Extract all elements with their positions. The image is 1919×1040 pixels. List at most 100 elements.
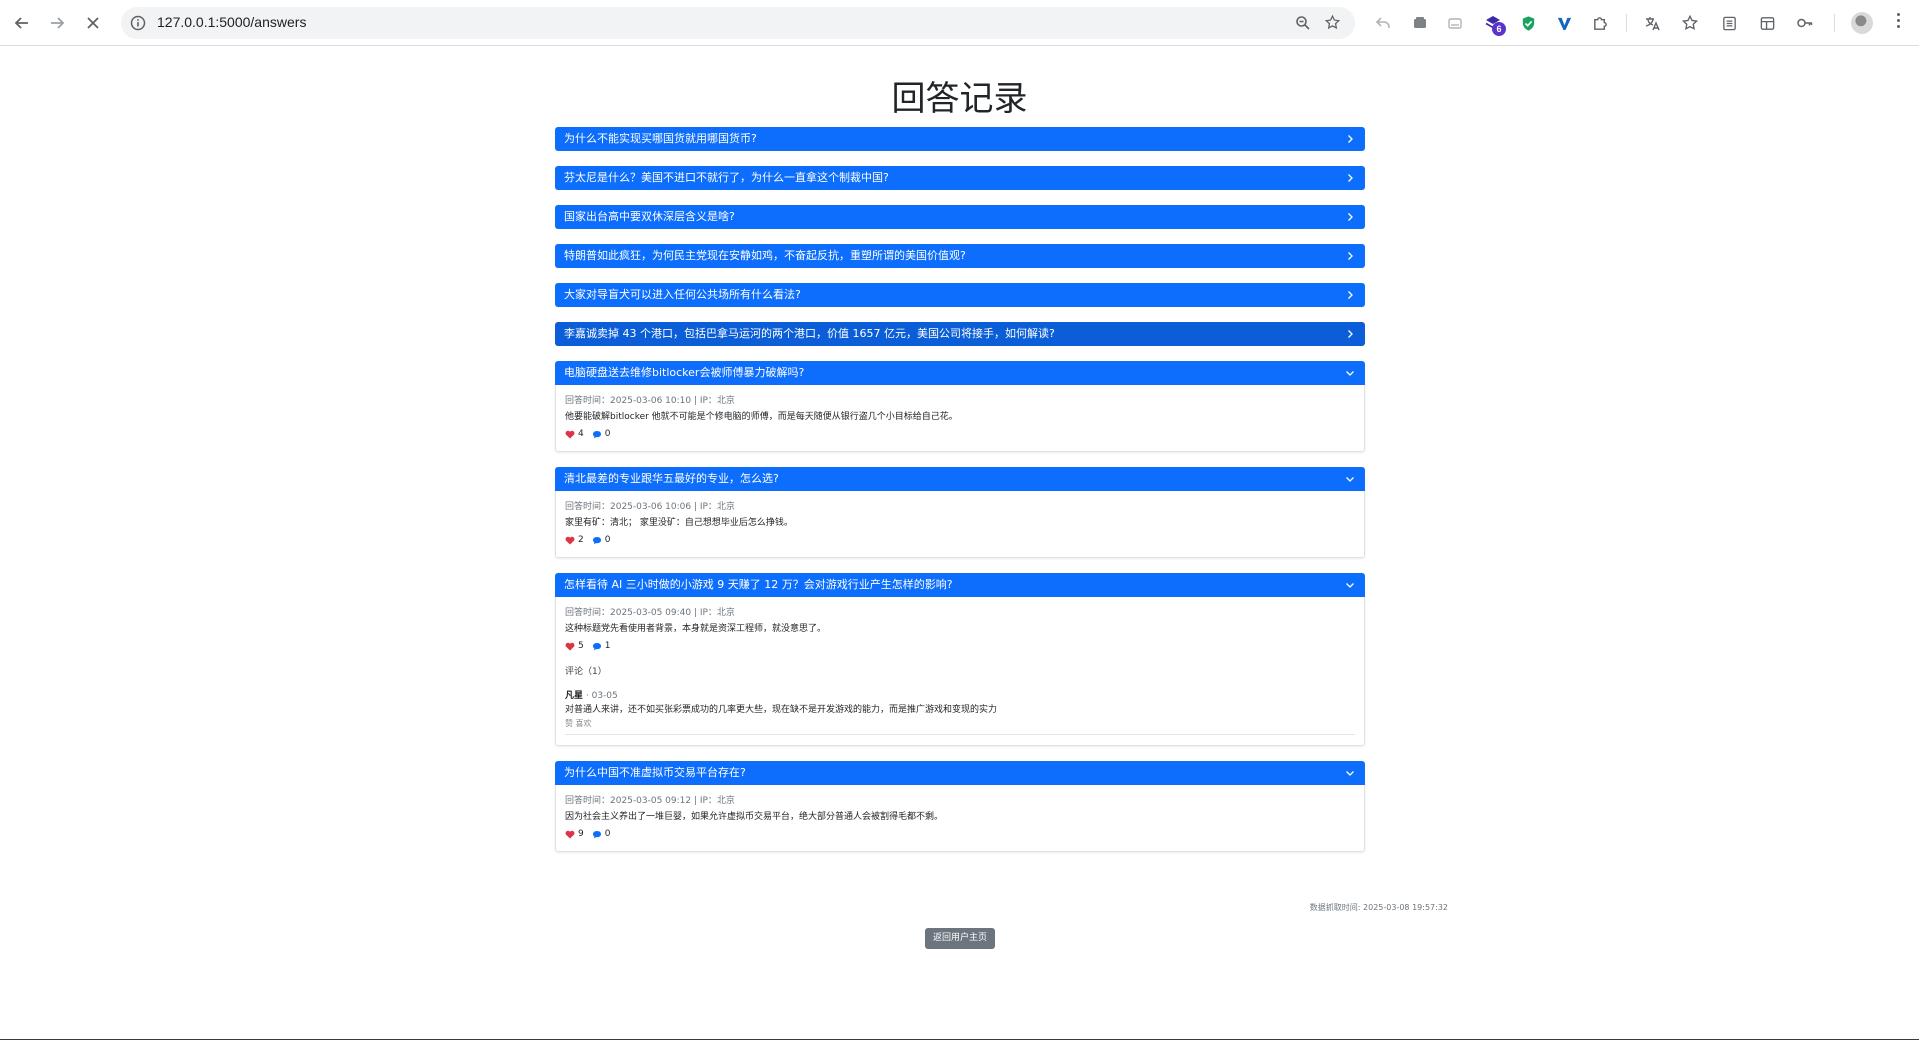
answer-body: 回答时间：2025-03-05 09:40 | IP：北京 这种标题党先看使用者… xyxy=(555,597,1365,746)
answer-meta: 回答时间：2025-03-05 09:12 | IP：北京 xyxy=(565,796,735,806)
translate-icon[interactable] xyxy=(1641,12,1663,34)
comment-date: · 03-05 xyxy=(585,691,618,701)
question-title: 芬太尼是什么？美国不进口不就行了，为什么一直拿这个制裁中国? xyxy=(564,171,889,184)
puzzle-extensions-icon[interactable] xyxy=(1589,12,1611,34)
answer-item: 怎样看待 AI 三小时做的小游戏 9 天赚了 12 万？会对游戏行业产生怎样的影… xyxy=(555,573,1365,746)
comment-bubble-icon xyxy=(592,536,601,544)
question-item: 大家对导盲犬可以进入任何公共场所有什么看法? xyxy=(555,283,1365,307)
question-item: 特朗普如此疯狂，为何民主党现在安静如鸡，不奋起反抗，重塑所谓的美国价值观? xyxy=(555,244,1365,268)
fetch-timestamp: 数据抓取时间: 2025-03-08 19:57:32 xyxy=(1309,903,1448,912)
profile-avatar[interactable] xyxy=(1851,12,1873,34)
question-item: 为什么不能实现买哪国货就用哪国货币? xyxy=(555,127,1365,151)
key-password-icon[interactable] xyxy=(1794,12,1816,34)
answer-meta: 回答时间：2025-03-06 10:10 | IP：北京 xyxy=(565,396,735,406)
zoom-icon[interactable] xyxy=(1295,15,1311,35)
answer-body: 回答时间：2025-03-05 09:12 | IP：北京 因为社会主义养出了一… xyxy=(555,785,1365,852)
question-header[interactable]: 怎样看待 AI 三小时做的小游戏 9 天赚了 12 万？会对游戏行业产生怎样的影… xyxy=(555,573,1365,597)
forward-arrow-icon[interactable] xyxy=(45,11,69,35)
answer-item: 电脑硬盘送去维修bitlocker会被师傅暴力破解吗? 回答时间：2025-03… xyxy=(555,361,1365,452)
menu-kebab-icon[interactable] xyxy=(1897,13,1901,31)
question-title: 为什么中国不准虚拟币交易平台存在? xyxy=(564,766,746,779)
comment-divider xyxy=(565,734,1355,735)
site-info-icon[interactable] xyxy=(130,15,146,35)
answer-stats: 5 1 xyxy=(565,639,1355,653)
answer-text: 因为社会主义养出了一堆巨婴，如果允许虚拟币交易平台，绝大部分普通人会被割得毛都不… xyxy=(565,812,944,822)
question-header[interactable]: 清北最差的专业跟华五最好的专业，怎么选? xyxy=(555,467,1365,491)
question-header[interactable]: 国家出台高中要双休深层含义是啥? xyxy=(555,205,1365,229)
favorites-star-icon[interactable] xyxy=(1679,12,1701,34)
question-item: 芬太尼是什么？美国不进口不就行了，为什么一直拿这个制裁中国? xyxy=(555,166,1365,190)
answer-meta: 回答时间：2025-03-05 09:40 | IP：北京 xyxy=(565,608,735,618)
chevron-right-icon xyxy=(1348,330,1353,338)
question-header[interactable]: 特朗普如此疯狂，为何民主党现在安静如鸡，不奋起反抗，重塑所谓的美国价值观? xyxy=(555,244,1365,268)
answer-stats: 2 0 xyxy=(565,533,1355,547)
comment-author: 凡星 xyxy=(565,691,584,701)
chevron-right-icon xyxy=(1348,213,1353,221)
url-text[interactable]: 127.0.0.1:5000/answers xyxy=(157,14,306,30)
chevron-right-icon xyxy=(1348,174,1353,182)
toolbar-divider xyxy=(1626,14,1627,32)
chevron-down-icon xyxy=(1346,477,1354,482)
chevron-right-icon xyxy=(1348,252,1353,260)
comment-count: 0 xyxy=(604,829,611,839)
question-title: 国家出台高中要双休深层含义是啥? xyxy=(564,210,735,223)
question-title: 特朗普如此疯狂，为何民主党现在安静如鸡，不奋起反抗，重塑所谓的美国价值观? xyxy=(564,249,966,262)
answer-stats: 4 0 xyxy=(565,427,1355,441)
question-title: 大家对导盲犬可以进入任何公共场所有什么看法? xyxy=(564,288,801,301)
answer-body: 回答时间：2025-03-06 10:06 | IP：北京 家里有矿：清北； 家… xyxy=(555,491,1365,558)
v-logo-icon[interactable] xyxy=(1553,12,1575,34)
question-title: 为什么不能实现买哪国货就用哪国货币? xyxy=(564,132,757,145)
chevron-down-icon xyxy=(1346,583,1354,588)
answer-item: 清北最差的专业跟华五最好的专业，怎么选? 回答时间：2025-03-06 10:… xyxy=(555,467,1365,558)
comment-like[interactable]: 赞 喜欢 xyxy=(565,717,1355,731)
answer-body: 回答时间：2025-03-06 10:10 | IP：北京 他要能破解bitlo… xyxy=(555,385,1365,452)
toolbar-divider xyxy=(1834,14,1835,32)
chevron-right-icon xyxy=(1348,135,1353,143)
comment-text: 对普通人来讲，还不如买张彩票成功的几率更大些，现在缺不是开发游戏的能力，而是推广… xyxy=(565,705,998,715)
answer-item: 为什么中国不准虚拟币交易平台存在? 回答时间：2025-03-05 09:12 … xyxy=(555,761,1365,852)
like-count: 5 xyxy=(578,641,584,651)
reading-list-icon[interactable] xyxy=(1718,12,1740,34)
extension-badge: 6 xyxy=(1492,22,1506,36)
question-title: 清北最差的专业跟华五最好的专业，怎么选? xyxy=(564,472,779,485)
reply-arrow-icon[interactable] xyxy=(1372,12,1394,34)
question-header[interactable]: 电脑硬盘送去维修bitlocker会被师傅暴力破解吗? xyxy=(555,361,1365,385)
question-item: 李嘉诚卖掉 43 个港口，包括巴拿马运河的两个港口，价值 1657 亿元，美国公… xyxy=(555,322,1365,346)
heart-icon xyxy=(565,830,575,838)
question-title: 李嘉诚卖掉 43 个港口，包括巴拿马运河的两个港口，价值 1657 亿元，美国公… xyxy=(564,327,1055,340)
question-header[interactable]: 为什么不能实现买哪国货就用哪国货币? xyxy=(555,127,1365,151)
stop-loading-icon[interactable] xyxy=(81,11,105,35)
back-arrow-icon[interactable] xyxy=(10,11,34,35)
answer-text: 家里有矿：清北； 家里没矿：自己想想毕业后怎么挣钱。 xyxy=(565,518,793,528)
comment-bubble-icon xyxy=(592,830,601,838)
bookmark-star-icon[interactable] xyxy=(1324,14,1341,35)
answer-stats: 9 0 xyxy=(565,827,1355,841)
address-bar[interactable]: 127.0.0.1:5000/answers xyxy=(121,7,1355,39)
like-count: 9 xyxy=(578,829,584,839)
question-header-hovered[interactable]: 李嘉诚卖掉 43 个港口，包括巴拿马运河的两个港口，价值 1657 亿元，美国公… xyxy=(555,322,1365,346)
comment-item: 凡星 · 03-05 对普通人来讲，还不如买张彩票成功的几率更大些，现在缺不是开… xyxy=(565,689,1355,735)
comment-bubble-icon xyxy=(592,430,601,438)
like-count: 4 xyxy=(578,429,584,439)
heart-icon xyxy=(565,536,575,544)
answer-meta: 回答时间：2025-03-06 10:06 | IP：北京 xyxy=(565,502,735,512)
back-to-profile-button[interactable]: 返回用户主页 xyxy=(925,928,995,949)
shield-check-icon[interactable] xyxy=(1517,12,1539,34)
question-title: 电脑硬盘送去维修bitlocker会被师傅暴力破解吗? xyxy=(564,366,805,379)
comment-count: 0 xyxy=(604,535,611,545)
question-header[interactable]: 芬太尼是什么？美国不进口不就行了，为什么一直拿这个制裁中国? xyxy=(555,166,1365,190)
extension-card-icon[interactable] xyxy=(1444,12,1466,34)
extension-box-icon[interactable] xyxy=(1409,12,1431,34)
chevron-down-icon xyxy=(1346,771,1354,776)
comment-bubble-icon xyxy=(592,642,601,650)
answer-text: 他要能破解bitlocker 他就不可能是个修电脑的师傅，而是每天随便从银行盗几… xyxy=(565,412,958,422)
heart-icon xyxy=(565,430,575,438)
tab-grid-icon[interactable] xyxy=(1756,12,1778,34)
answer-list: 为什么不能实现买哪国货就用哪国货币? 芬太尼是什么？美国不进口不就行了，为什么一… xyxy=(555,127,1365,867)
question-header[interactable]: 为什么中国不准虚拟币交易平台存在? xyxy=(555,761,1365,785)
browser-toolbar: 127.0.0.1:5000/answers 6 xyxy=(0,0,1919,46)
like-count: 2 xyxy=(578,535,584,545)
heart-icon xyxy=(565,642,575,650)
question-header[interactable]: 大家对导盲犬可以进入任何公共场所有什么看法? xyxy=(555,283,1365,307)
comments-heading: 评论（1） xyxy=(565,667,607,677)
